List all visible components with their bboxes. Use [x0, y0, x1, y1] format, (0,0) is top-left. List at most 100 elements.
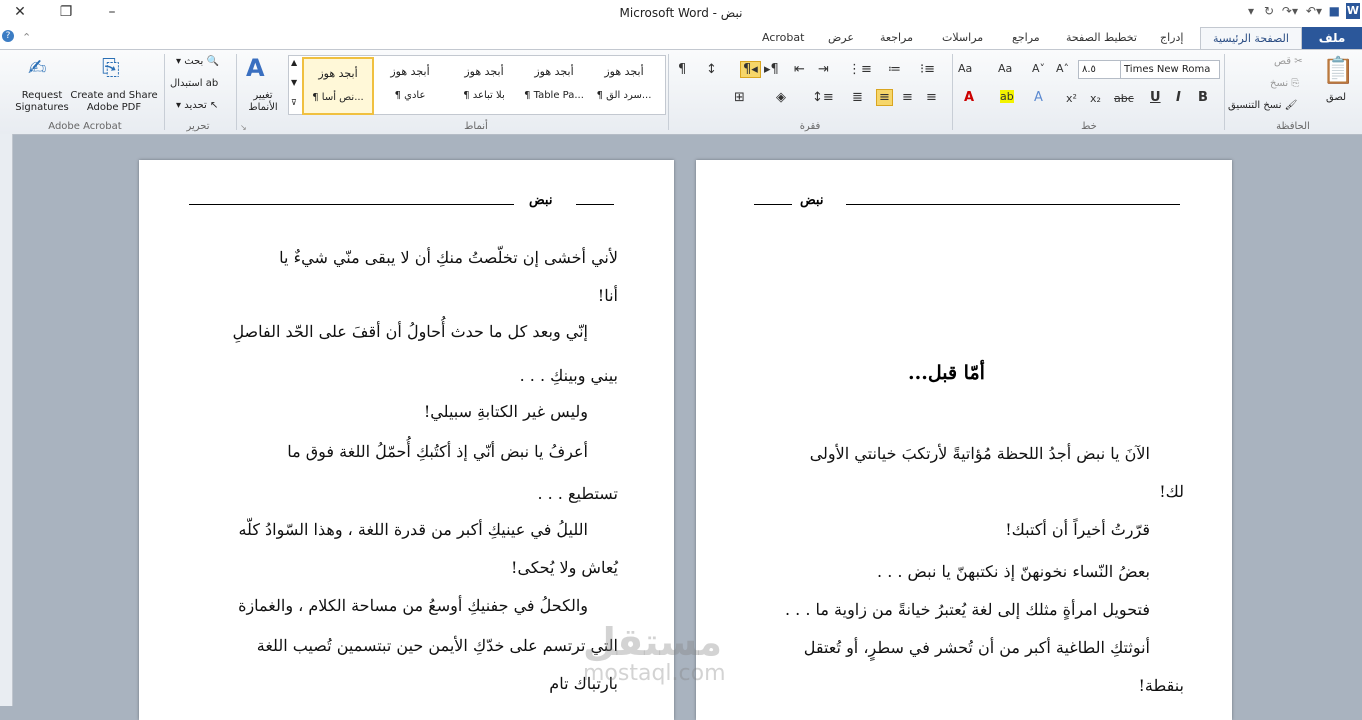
ribbon: ✍ Request Signatures ⎘ Create and Share … [0, 49, 1362, 135]
numbering-icon[interactable]: ≔ [888, 62, 901, 77]
request-signatures-button[interactable]: Request Signatures [14, 90, 70, 114]
tab-page-layout[interactable]: تخطيط الصفحة [1066, 31, 1137, 44]
style-name: ¶ سرد الق... [596, 90, 652, 101]
ltr-direction-icon[interactable]: ▸¶ [764, 62, 779, 77]
increase-indent-icon[interactable]: ⇤ [794, 62, 805, 77]
multilevel-list-icon[interactable]: ⋮≡ [848, 62, 872, 77]
clear-format-icon[interactable]: Aa [998, 62, 1012, 75]
select-icon: ↖ [209, 100, 219, 111]
show-marks-icon[interactable]: ¶ [678, 62, 686, 77]
tab-home[interactable]: الصفحة الرئيسية [1200, 27, 1302, 50]
help-icon[interactable]: ? [2, 30, 14, 42]
text-line: الليلُ في عينيكِ أكبر من قدرة اللغة ، وه… [238, 520, 588, 539]
text-line: لأني أخشى إن تخلّصتُ منكِ أن لا يبقى منّ… [279, 248, 618, 267]
save-icon[interactable]: ■ [1329, 4, 1340, 18]
gallery-more-icon[interactable]: ⊽ [291, 98, 297, 107]
borders-icon[interactable]: ⊞ [734, 90, 745, 105]
select-button[interactable]: ▾ تحديد ↖ [176, 100, 218, 111]
style-name: ¶ نص أسا... [312, 92, 364, 103]
text-line: قرّرتُ أخيراً أن أكتبك! [1005, 520, 1150, 539]
cut-button[interactable]: قص ✂ [1274, 56, 1303, 67]
font-color-icon[interactable]: A [964, 90, 974, 105]
customize-qat-icon[interactable]: ▾ [1248, 4, 1254, 18]
format-painter-button[interactable]: نسخ التنسيق 🖌 [1228, 100, 1297, 111]
header-title: نبض [529, 193, 553, 208]
undo-icon[interactable]: ↶▾ [1306, 4, 1322, 18]
tab-insert[interactable]: إدراج [1160, 31, 1183, 44]
select-label: تحديد [184, 100, 207, 111]
refresh-icon[interactable]: ↻ [1264, 4, 1274, 18]
window-title: نبض - Microsoft Word [619, 6, 743, 20]
divider [1224, 54, 1225, 130]
text-line: بنقطة! [1138, 676, 1184, 695]
tab-view[interactable]: عرض [828, 31, 854, 44]
tab-references[interactable]: مراجع [1012, 31, 1040, 44]
align-center-icon[interactable]: ≡ [902, 90, 913, 105]
style-item[interactable]: أبجد هوز ¶ بلا تباعد [450, 57, 518, 111]
styles-launcher-icon[interactable]: ↘ [240, 123, 247, 132]
change-case-icon[interactable]: Aa [958, 62, 972, 75]
gallery-down-icon[interactable]: ▼ [291, 78, 297, 87]
find-icon: 🔍 [206, 56, 219, 67]
format-painter-label: نسخ التنسيق [1228, 100, 1282, 111]
tab-review[interactable]: مراجعة [880, 31, 913, 44]
font-name-dropdown[interactable]: Times New Roma [1120, 60, 1220, 79]
style-item[interactable]: أبجد هوز ¶ عادي [376, 57, 444, 111]
minimize-ribbon-icon[interactable]: ⌃ [22, 31, 31, 44]
tab-acrobat[interactable]: Acrobat [762, 31, 804, 44]
paragraph-group-label: فقرة [799, 121, 821, 132]
align-right-icon[interactable]: ≡ [876, 89, 893, 106]
bullets-icon[interactable]: ⁝≡ [920, 62, 935, 77]
justify-icon[interactable]: ≣ [852, 90, 863, 105]
superscript-icon[interactable]: x² [1066, 92, 1077, 105]
underline-icon[interactable]: U [1150, 90, 1161, 105]
redo-icon[interactable]: ↷▾ [1282, 4, 1298, 18]
watermark-text: mostaql.com [583, 661, 726, 686]
style-item[interactable]: أبجد هوز ¶ Table Pa... [520, 57, 588, 111]
gallery-up-icon[interactable]: ▲ [291, 58, 297, 67]
grow-font-icon[interactable]: A˄ [1056, 62, 1069, 75]
copy-label: نسخ [1270, 78, 1289, 89]
style-item-selected[interactable]: أبجد هوز ¶ نص أسا... [302, 57, 374, 115]
divider [668, 54, 669, 130]
highlight-icon[interactable]: ab [1000, 90, 1014, 103]
copy-button[interactable]: نسخ ⎘ [1270, 78, 1299, 89]
bold-icon[interactable]: B [1198, 90, 1208, 105]
decrease-indent-icon[interactable]: ⇥ [818, 62, 829, 77]
font-name-value: Times New Roma [1124, 64, 1211, 75]
styles-group-label: أنماط [464, 121, 488, 132]
paste-icon[interactable]: 📋 [1322, 56, 1354, 86]
font-size-dropdown[interactable]: ٨.٥ [1078, 60, 1122, 79]
text-line: بعضُ النّساء نخونهنّ إذ نكتبهنّ يا نبض .… [877, 562, 1150, 581]
replace-button[interactable]: استبدال ab [170, 78, 218, 89]
text-line: لك! [1159, 482, 1184, 501]
shrink-font-icon[interactable]: A˅ [1032, 62, 1045, 75]
create-share-pdf-button[interactable]: Create and Share Adobe PDF [70, 90, 158, 114]
sort-icon[interactable]: ↕ [706, 62, 717, 77]
shading-icon[interactable]: ◈ [776, 90, 786, 105]
vertical-ruler[interactable] [0, 134, 13, 706]
subscript-icon[interactable]: x₂ [1090, 92, 1101, 105]
style-item[interactable]: أبجد هوز ¶ سرد الق... [590, 57, 658, 111]
replace-icon: ab [205, 78, 219, 89]
change-styles-button[interactable]: تغيير الأنماط [244, 90, 282, 114]
document-page-right[interactable]: نبض أمّا قبل... الآنَ يا نبض أجدُ اللحظة… [696, 160, 1232, 720]
text-line: فتحويل امرأةٍ مثلك إلى لغة يُعتبرُ خيانة… [784, 600, 1150, 619]
paste-button[interactable]: لصق [1326, 92, 1346, 103]
text-effects-icon[interactable]: A [1034, 90, 1043, 105]
text-line: الآنَ يا نبض أجدُ اللحظة مُؤاتيةً لأرتكب… [809, 444, 1150, 463]
line-spacing-icon[interactable]: ↕≡ [812, 90, 834, 105]
align-left-icon[interactable]: ≡ [926, 90, 937, 105]
word-logo-icon: W [1346, 3, 1360, 19]
editing-group-label: تحرير [186, 121, 210, 132]
italic-icon[interactable]: I [1176, 90, 1181, 105]
tab-mailings[interactable]: مراسلات [942, 31, 983, 44]
text-line: يُعاش ولا يُحكى! [511, 558, 618, 577]
header-rule [189, 204, 514, 205]
cut-label: قص [1274, 56, 1292, 67]
style-sample: أبجد هوز [464, 65, 504, 78]
rtl-direction-icon[interactable]: ¶◂ [740, 61, 761, 78]
tab-file[interactable]: ملف [1302, 27, 1362, 49]
strikethrough-icon[interactable]: abc [1114, 92, 1134, 105]
find-button[interactable]: ▾ بحث 🔍 [176, 56, 219, 67]
